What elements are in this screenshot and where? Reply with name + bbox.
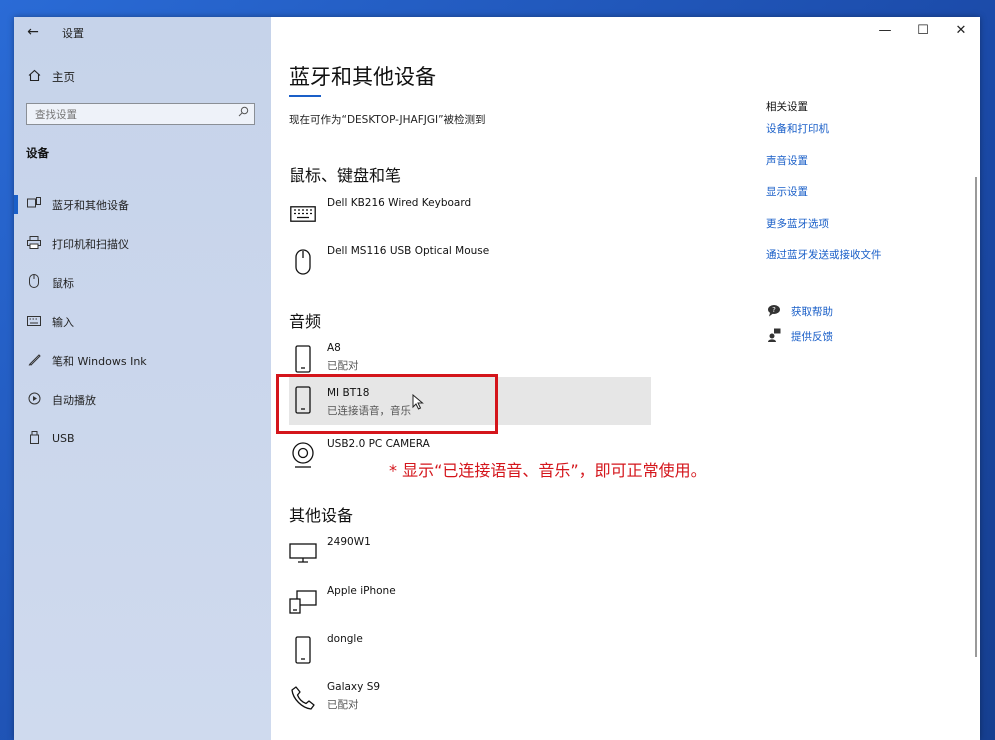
- sidebar-section-header: 设备: [26, 146, 49, 160]
- close-button[interactable]: ✕: [942, 17, 980, 47]
- main-content: — ☐ ✕ 蓝牙和其他设备 现在可作为“DESKTOP-JHAFJGI”被检测到…: [271, 17, 980, 740]
- window-controls: — ☐ ✕: [866, 17, 980, 47]
- mouse-cursor-icon: [412, 393, 424, 410]
- sidebar-item-label: 输入: [52, 315, 74, 329]
- device-item[interactable]: dongle: [289, 629, 651, 675]
- get-help-label: 获取帮助: [791, 306, 833, 318]
- scrollbar[interactable]: [975, 177, 977, 657]
- autoplay-icon: [26, 392, 42, 408]
- feedback-label: 提供反馈: [791, 331, 833, 343]
- sidebar-nav: 蓝牙和其他设备 打印机和扫描仪 鼠标 输入 笔和 Windows Ink 自动播…: [14, 185, 271, 458]
- sidebar-item-label: USB: [52, 432, 75, 445]
- phone-call-icon: [289, 683, 317, 713]
- phone-icon: [289, 344, 317, 374]
- device-status: 已配对: [327, 360, 359, 372]
- highlight-box: [276, 374, 498, 434]
- link-bluetooth-transfer[interactable]: 通过蓝牙发送或接收文件: [766, 248, 966, 280]
- chat-help-icon: ?: [766, 304, 782, 320]
- device-name: Dell MS116 USB Optical Mouse: [327, 245, 490, 257]
- sidebar-item-label: 蓝牙和其他设备: [52, 198, 129, 212]
- sidebar-item-label: 自动播放: [52, 393, 96, 407]
- help-links: ? 获取帮助 提供反馈: [766, 299, 833, 349]
- sidebar-item-bluetooth[interactable]: 蓝牙和其他设备: [14, 185, 271, 224]
- monitor-icon: [289, 538, 317, 568]
- sidebar-item-label: 笔和 Windows Ink: [52, 354, 147, 368]
- device-item[interactable]: Dell KB216 Wired Keyboard: [289, 193, 651, 239]
- mouse-icon: [289, 247, 317, 277]
- maximize-button[interactable]: ☐: [904, 17, 942, 47]
- keyboard-icon: [26, 315, 42, 329]
- annotation-text: * 显示“已连接语音、音乐”，即可正常使用。: [389, 461, 707, 480]
- device-item[interactable]: Apple iPhone: [289, 581, 651, 627]
- link-more-bluetooth[interactable]: 更多蓝牙选项: [766, 217, 966, 249]
- device-name: Apple iPhone: [327, 585, 396, 597]
- sidebar: ← 设置 主页 设备 蓝牙和其他设备: [14, 17, 271, 740]
- title-underline: [289, 95, 321, 97]
- home-icon: [26, 69, 42, 86]
- sidebar-item-pen[interactable]: 笔和 Windows Ink: [14, 341, 271, 380]
- feedback-icon: [766, 328, 782, 345]
- link-sound-settings[interactable]: 声音设置: [766, 154, 966, 186]
- device-name: A8: [327, 342, 341, 354]
- sidebar-item-usb[interactable]: USB: [14, 419, 271, 458]
- sidebar-item-mouse[interactable]: 鼠标: [14, 263, 271, 302]
- device-item[interactable]: 2490W1: [289, 532, 651, 578]
- sidebar-item-typing[interactable]: 输入: [14, 302, 271, 341]
- group-title-input: 鼠标、键盘和笔: [289, 166, 402, 185]
- usb-icon: [26, 430, 42, 447]
- page-title: 蓝牙和其他设备: [289, 65, 436, 89]
- back-button[interactable]: ←: [22, 22, 44, 42]
- link-devices-printers[interactable]: 设备和打印机: [766, 122, 966, 154]
- minimize-button[interactable]: —: [866, 17, 904, 47]
- titlebar-left: ← 设置: [14, 17, 271, 47]
- device-name: 2490W1: [327, 536, 371, 548]
- svg-text:?: ?: [772, 306, 776, 314]
- search-input[interactable]: [33, 106, 232, 124]
- device-name: Galaxy S9: [327, 681, 381, 693]
- pen-icon: [26, 353, 42, 369]
- keyboard-icon: [289, 199, 317, 229]
- device-name: Dell KB216 Wired Keyboard: [327, 197, 472, 209]
- group-title-audio: 音频: [289, 312, 322, 331]
- printer-icon: [26, 235, 42, 252]
- search-icon[interactable]: [238, 106, 249, 120]
- discoverable-text: 现在可作为“DESKTOP-JHAFJGI”被检测到: [289, 114, 486, 126]
- settings-window: ← 设置 主页 设备 蓝牙和其他设备: [14, 17, 980, 740]
- sidebar-item-home[interactable]: 主页: [26, 67, 75, 87]
- feedback-link[interactable]: 提供反馈: [766, 324, 833, 349]
- webcam-icon: [289, 440, 317, 470]
- sidebar-item-label: 打印机和扫描仪: [52, 237, 129, 251]
- sidebar-item-printers[interactable]: 打印机和扫描仪: [14, 224, 271, 263]
- device-item[interactable]: Galaxy S9 已配对: [289, 677, 651, 723]
- device-name: dongle: [327, 633, 363, 645]
- sidebar-item-autoplay[interactable]: 自动播放: [14, 380, 271, 419]
- search-box[interactable]: [26, 103, 255, 125]
- sidebar-item-label: 主页: [52, 70, 75, 84]
- related-settings: 相关设置 设备和打印机 声音设置 显示设置 更多蓝牙选项 通过蓝牙发送或接收文件: [766, 99, 966, 280]
- device-name: USB2.0 PC CAMERA: [327, 438, 430, 450]
- mouse-icon: [26, 274, 42, 291]
- group-title-other: 其他设备: [289, 506, 354, 525]
- devices-icon: [289, 587, 317, 617]
- sidebar-item-label: 鼠标: [52, 276, 74, 290]
- window-title: 设置: [62, 27, 84, 40]
- get-help-link[interactable]: ? 获取帮助: [766, 299, 833, 324]
- related-settings-title: 相关设置: [766, 101, 808, 113]
- phone-icon: [289, 635, 317, 665]
- device-item[interactable]: Dell MS116 USB Optical Mouse: [289, 241, 651, 287]
- link-display-settings[interactable]: 显示设置: [766, 185, 966, 217]
- device-status: 已配对: [327, 699, 359, 711]
- bluetooth-devices-icon: [26, 197, 42, 212]
